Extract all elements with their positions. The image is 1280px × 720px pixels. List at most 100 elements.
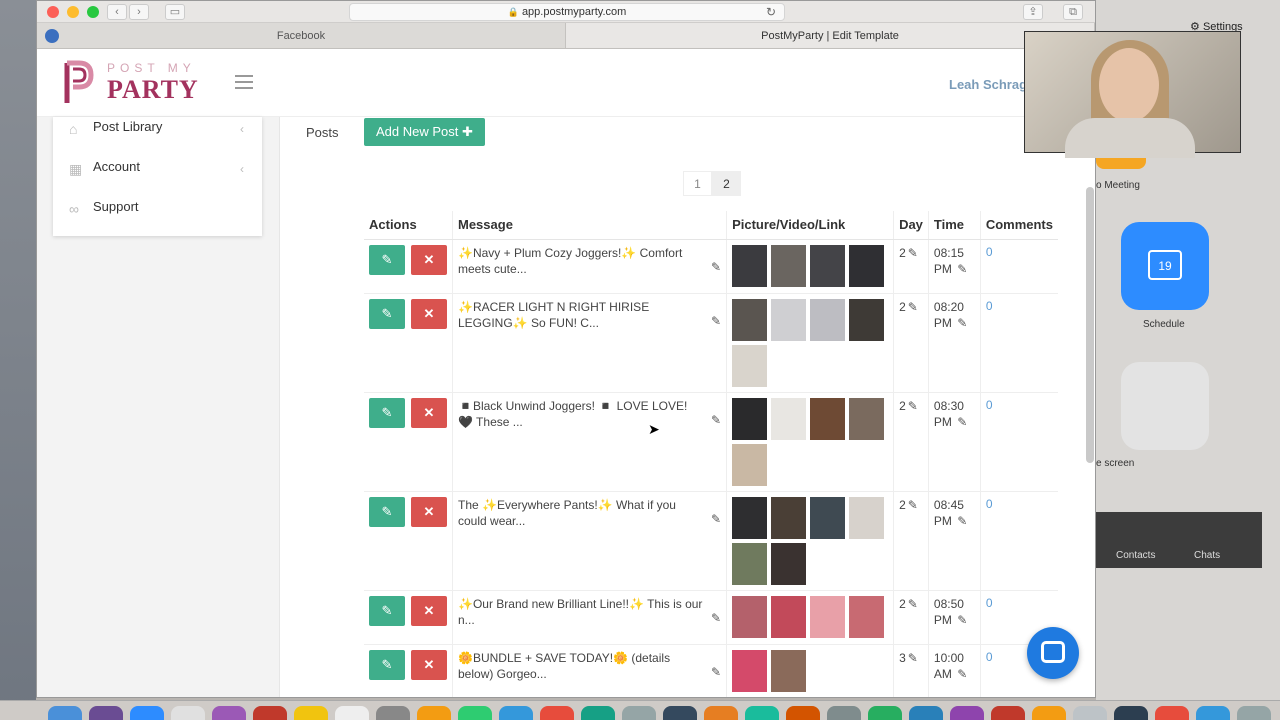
delete-post-button[interactable]: ✕ <box>411 595 447 626</box>
sidebar-item-account[interactable]: ▦ Account ‹ <box>53 157 262 197</box>
comments-count-link[interactable]: 0 <box>986 497 993 511</box>
tab-facebook[interactable]: Facebook <box>37 23 566 48</box>
edit-post-button[interactable]: ✎ <box>369 595 405 626</box>
camera-icon[interactable] <box>1114 706 1148 720</box>
books-icon[interactable] <box>417 706 451 720</box>
forward-button[interactable]: › <box>129 4 149 20</box>
sidebar-item-post-library[interactable]: ⌂ Post Library ‹ <box>53 117 262 157</box>
edit-post-button[interactable]: ✎ <box>369 496 405 527</box>
edit-post-button[interactable]: ✎ <box>369 298 405 329</box>
post-image-thumbnail[interactable] <box>810 244 846 287</box>
delete-post-button[interactable]: ✕ <box>411 649 447 680</box>
pages-icon[interactable] <box>704 706 738 720</box>
user-name[interactable]: Leah Schrage <box>949 77 1034 92</box>
zoom-contacts-tab[interactable]: Contacts <box>1116 550 1155 561</box>
edit-day-pencil-icon[interactable]: ✎ <box>908 246 918 260</box>
notes2-icon[interactable] <box>1032 706 1066 720</box>
post-image-thumbnail[interactable] <box>732 298 768 341</box>
delete-post-button[interactable]: ✕ <box>411 244 447 275</box>
zoom-meeting-label[interactable]: o Meeting <box>1096 180 1140 191</box>
edit-time-pencil-icon[interactable]: ✎ <box>957 316 967 330</box>
tabs-overview-icon[interactable]: ⧉ <box>1063 4 1083 20</box>
chat-widget-button[interactable] <box>1027 627 1079 679</box>
menu-icon[interactable] <box>235 75 253 89</box>
page-scrollbar[interactable] <box>1086 187 1094 463</box>
facetime-icon[interactable] <box>581 706 615 720</box>
back-button[interactable]: ‹ <box>107 4 127 20</box>
comments-count-link[interactable]: 0 <box>986 299 993 313</box>
photos-icon[interactable] <box>540 706 574 720</box>
post-image-thumbnail[interactable] <box>771 595 807 638</box>
comments-count-link[interactable]: 0 <box>986 398 993 412</box>
settings-icon[interactable] <box>827 706 861 720</box>
trash-icon[interactable] <box>1237 706 1271 720</box>
edit-message-pencil-icon[interactable]: ✎ <box>711 511 721 527</box>
delete-post-button[interactable]: ✕ <box>411 298 447 329</box>
edit-message-pencil-icon[interactable]: ✎ <box>711 259 721 275</box>
edit-post-button[interactable]: ✎ <box>369 397 405 428</box>
terminal-icon[interactable] <box>663 706 697 720</box>
post-image-thumbnail[interactable] <box>849 244 885 287</box>
post-image-thumbnail[interactable] <box>849 397 885 440</box>
post-image-thumbnail[interactable] <box>810 397 846 440</box>
weather-icon[interactable] <box>1196 706 1230 720</box>
edit-day-pencil-icon[interactable]: ✎ <box>908 300 918 314</box>
post-image-thumbnail[interactable] <box>732 443 768 486</box>
delete-post-button[interactable]: ✕ <box>411 397 447 428</box>
edit-post-button[interactable]: ✎ <box>369 649 405 680</box>
edit-day-pencil-icon[interactable]: ✎ <box>908 597 918 611</box>
files-icon[interactable] <box>1073 706 1107 720</box>
edit-message-pencil-icon[interactable]: ✎ <box>711 412 721 428</box>
zoom-window-button[interactable] <box>87 6 99 18</box>
edit-day-pencil-icon[interactable]: ✎ <box>908 651 918 665</box>
appstore-icon[interactable] <box>499 706 533 720</box>
tab-edit-template[interactable]: PostMyParty | Edit Template <box>566 23 1095 48</box>
podcasts-icon[interactable] <box>212 706 246 720</box>
zoom-share-screen-button[interactable] <box>1121 362 1209 450</box>
edit-day-pencil-icon[interactable]: ✎ <box>908 498 918 512</box>
page-link-1[interactable]: 1 <box>683 171 712 196</box>
maps-icon[interactable] <box>622 706 656 720</box>
post-image-thumbnail[interactable] <box>810 595 846 638</box>
edit-day-pencil-icon[interactable]: ✎ <box>908 399 918 413</box>
add-new-post-button[interactable]: Add New Post ✚ <box>364 118 485 146</box>
edit-post-button[interactable]: ✎ <box>369 244 405 275</box>
minimize-window-button[interactable] <box>67 6 79 18</box>
music-icon[interactable] <box>253 706 287 720</box>
reminders-icon[interactable] <box>1155 706 1189 720</box>
edit-time-pencil-icon[interactable]: ✎ <box>957 262 967 276</box>
post-image-thumbnail[interactable] <box>771 397 807 440</box>
numbers-icon[interactable] <box>745 706 779 720</box>
chrome-icon[interactable] <box>991 706 1025 720</box>
post-image-thumbnail[interactable] <box>771 542 807 585</box>
share-icon[interactable]: ⇪ <box>1023 4 1043 20</box>
reload-icon[interactable]: ↻ <box>766 4 776 21</box>
delete-post-button[interactable]: ✕ <box>411 496 447 527</box>
sidebar-item-support[interactable]: ∞ Support <box>53 197 262 237</box>
mail-icon[interactable] <box>171 706 205 720</box>
notes-icon[interactable] <box>294 706 328 720</box>
zoom-schedule-button[interactable]: 19 <box>1121 222 1209 310</box>
post-image-thumbnail[interactable] <box>732 397 768 440</box>
comments-count-link[interactable]: 0 <box>986 650 993 664</box>
post-image-thumbnail[interactable] <box>732 344 768 387</box>
launchpad-icon[interactable] <box>89 706 123 720</box>
sidebar-toggle-icon[interactable]: ▭ <box>165 4 185 20</box>
post-image-thumbnail[interactable] <box>771 496 807 539</box>
zoom-chats-tab[interactable]: Chats <box>1194 550 1220 561</box>
edit-message-pencil-icon[interactable]: ✎ <box>711 610 721 626</box>
page-link-2[interactable]: 2 <box>712 171 741 196</box>
post-image-thumbnail[interactable] <box>732 649 768 692</box>
spotify-icon[interactable] <box>868 706 902 720</box>
post-image-thumbnail[interactable] <box>732 595 768 638</box>
edit-message-pencil-icon[interactable]: ✎ <box>711 313 721 329</box>
post-image-thumbnail[interactable] <box>849 298 885 341</box>
post-image-thumbnail[interactable] <box>849 496 885 539</box>
zoom-icon[interactable] <box>909 706 943 720</box>
finder-icon[interactable] <box>48 706 82 720</box>
post-image-thumbnail[interactable] <box>810 298 846 341</box>
edit-message-pencil-icon[interactable]: ✎ <box>711 664 721 680</box>
post-image-thumbnail[interactable] <box>771 298 807 341</box>
calendar-icon[interactable] <box>335 706 369 720</box>
browser-extension-icon[interactable] <box>45 29 59 43</box>
